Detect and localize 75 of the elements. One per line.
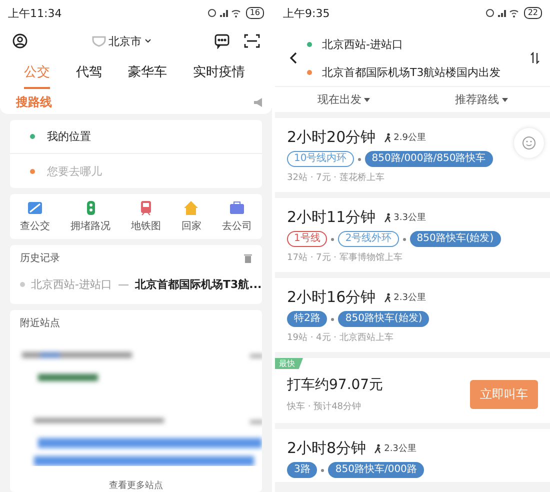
route-duration: 2小时11分钟 (287, 208, 376, 227)
more-stations-link[interactable]: 查看更多站点 (109, 479, 163, 492)
smiley-icon[interactable] (522, 136, 536, 150)
route-info: 19站 · 4元 · 北京西站上车 (287, 332, 394, 344)
walking-person-icon (384, 132, 392, 142)
profile-icon[interactable] (12, 33, 28, 49)
bus-route-tag: 850路/000路/850路快车 (364, 151, 493, 167)
filter-dropdown[interactable]: 推荐路线 (454, 92, 508, 107)
battery-level: 16 (246, 7, 264, 19)
history-dot (20, 282, 25, 287)
walk-distance: 2.3公里 (384, 442, 416, 455)
swap-icon[interactable] (530, 52, 540, 64)
walk-distance: 3.3公里 (394, 212, 426, 224)
bus-route-tag: 特2路 (287, 311, 328, 327)
feedback-button[interactable] (514, 128, 544, 158)
back-icon[interactable] (289, 52, 297, 64)
history-title: 历史记录 (20, 252, 60, 265)
bus-route-tag: 850路快车(始发) (410, 231, 501, 247)
walking-person-icon (374, 444, 382, 454)
shortcut-label[interactable]: 回家 (181, 219, 202, 233)
fastest-badge: 最快 (275, 358, 303, 369)
route-info: 17站 · 7元 · 军事博物馆上车 (287, 252, 404, 264)
shortcut-label[interactable]: 去公司 (222, 219, 252, 233)
shortcut-label[interactable]: 拥堵路况 (70, 219, 111, 233)
caret-icon (502, 98, 508, 102)
destination-field[interactable]: 北京首都国际机场T3航站楼国内出发 (322, 64, 501, 80)
nearby-title: 附近站点 (20, 316, 60, 330)
city-selector[interactable]: 北京市 (108, 34, 142, 48)
bus-route-tag: 3路 (287, 462, 318, 478)
separator-dot (331, 318, 334, 320)
origin-field[interactable]: 北京西站-进站口 (322, 36, 403, 52)
status-icons (486, 8, 520, 18)
origin-field[interactable]: 我的位置 (47, 129, 91, 144)
destination-dot (307, 70, 312, 74)
metro-line-tag: 1号线 (287, 231, 328, 247)
separator-dot (331, 238, 334, 240)
route-duration: 2小时16分钟 (287, 288, 376, 307)
walking-person-icon (384, 212, 392, 222)
separator-dot (358, 158, 361, 160)
tab[interactable]: 豪华车 (128, 57, 167, 89)
shortcut-label[interactable]: 地铁图 (130, 219, 161, 233)
origin-dot (30, 134, 35, 139)
tab[interactable]: 代驾 (76, 57, 102, 89)
status-time: 上午9:35 (283, 6, 330, 20)
taxi-info: 快车 · 预计48分钟 (287, 400, 362, 413)
status-time: 上午11:34 (8, 6, 62, 20)
walk-distance: 2.9公里 (394, 132, 426, 144)
message-icon[interactable] (214, 33, 230, 49)
bus-route-tag: 850路快车(始发) (338, 311, 430, 327)
separator-dot (402, 238, 406, 240)
history-to[interactable]: 北京首都国际机场T3航... (134, 277, 262, 292)
metro-line-tag: 10号线内环 (287, 151, 354, 167)
route-duration: 2小时8分钟 (287, 439, 366, 458)
chevron-down-icon[interactable] (144, 39, 150, 43)
taxi-price: 打车约97.07元 (287, 376, 384, 394)
separator-dot (321, 468, 324, 472)
walking-person-icon (384, 292, 392, 302)
metro-line-tag: 2号线外环 (338, 231, 399, 247)
trash-icon[interactable] (244, 254, 252, 262)
caret-icon (364, 98, 370, 102)
scan-icon[interactable] (244, 33, 260, 49)
section-title: 搜路线 (16, 94, 52, 110)
walk-distance: 2.3公里 (394, 292, 426, 304)
arrow-dash: — (118, 278, 129, 291)
status-icons (208, 8, 242, 18)
route-info: 32站 · 7元 · 莲花桥上车 (287, 172, 386, 184)
origin-dot (307, 42, 312, 46)
shortcut-label[interactable]: 查公交 (20, 219, 50, 233)
battery-level: 22 (524, 7, 542, 19)
tab[interactable]: 实时疫情 (193, 57, 245, 89)
filter-dropdown[interactable]: 现在出发 (317, 92, 370, 107)
bus-route-tag: 850路快车/000路 (328, 462, 424, 478)
shield-icon (92, 35, 106, 47)
destination-dot (30, 168, 35, 174)
route-duration: 2小时20分钟 (287, 128, 376, 147)
